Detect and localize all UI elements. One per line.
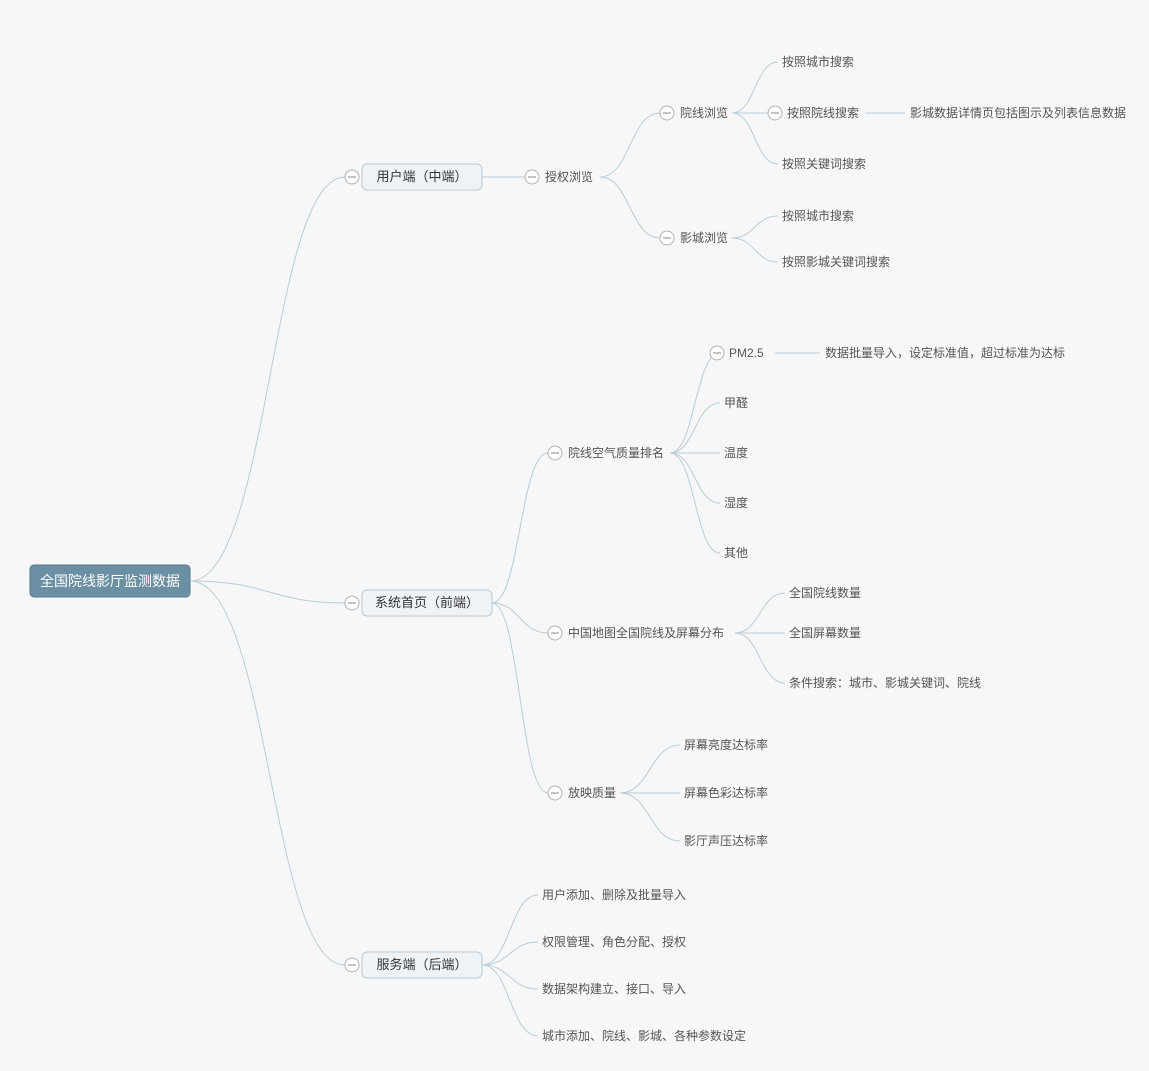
node-cinema-chain-browse[interactable]: 院线浏览 [680, 105, 728, 120]
leaf[interactable]: 甲醛 [724, 395, 748, 410]
toggle-icon[interactable] [660, 231, 674, 245]
leaf[interactable]: 全国屏幕数量 [789, 625, 861, 640]
link [482, 942, 538, 965]
link [620, 793, 680, 841]
toggle-icon[interactable] [345, 170, 359, 184]
node-air-quality[interactable]: 院线空气质量排名 [568, 445, 664, 460]
link [482, 965, 538, 1036]
link [600, 113, 660, 177]
link [735, 633, 785, 683]
toggle-icon[interactable] [710, 346, 724, 360]
node-projection-quality[interactable]: 放映质量 [568, 785, 616, 800]
leaf[interactable]: 其他 [724, 546, 748, 560]
branch-label: 用户端（中端） [376, 169, 467, 184]
root-node[interactable]: 全国院线影厅监测数据 [30, 565, 190, 597]
mindmap-canvas: 全国院线影厅监测数据 用户端（中端） 授权浏览 院线浏览 影城浏览 按照城市搜索… [0, 0, 1149, 1071]
branch-system-home[interactable]: 系统首页（前端） [362, 590, 492, 616]
link [732, 113, 778, 164]
leaf[interactable]: 按照影城关键词搜索 [782, 254, 890, 269]
leaf[interactable]: 用户添加、删除及批量导入 [542, 887, 686, 902]
link [670, 453, 720, 553]
link [732, 238, 778, 262]
link [670, 353, 720, 453]
leaf[interactable]: 屏幕色彩达标率 [684, 785, 768, 800]
link [735, 593, 785, 633]
toggle-icon[interactable] [345, 596, 359, 610]
leaf[interactable]: 湿度 [724, 495, 748, 510]
link [190, 581, 345, 965]
toggle-icon[interactable] [548, 446, 562, 460]
link [190, 581, 345, 603]
leaf[interactable]: 数据批量导入，设定标准值，超过标准为达标 [825, 345, 1065, 360]
leaf[interactable]: 按照关键词搜索 [782, 156, 866, 171]
leaf[interactable]: 影城数据详情页包括图示及列表信息数据 [910, 105, 1126, 120]
leaf[interactable]: 影厅声压达标率 [684, 833, 768, 848]
leaf[interactable]: 温度 [724, 445, 748, 460]
leaf[interactable]: 数据架构建立、接口、导入 [542, 981, 686, 996]
link [670, 403, 720, 453]
toggle-icon[interactable] [345, 958, 359, 972]
link [190, 177, 345, 581]
toggle-icon[interactable] [525, 170, 539, 184]
node-auth-browse[interactable]: 授权浏览 [545, 169, 593, 184]
leaf[interactable]: 条件搜索：城市、影城关键词、院线 [789, 675, 981, 690]
link [492, 453, 548, 603]
leaf[interactable]: 全国院线数量 [789, 585, 861, 600]
link [620, 745, 680, 793]
toggle-icon[interactable] [548, 626, 562, 640]
root-label: 全国院线影厅监测数据 [40, 573, 180, 589]
branch-label: 服务端（后端） [376, 957, 467, 972]
toggle-icon[interactable] [548, 786, 562, 800]
branch-label: 系统首页（前端） [375, 595, 479, 610]
leaf[interactable]: 屏幕亮度达标率 [684, 737, 768, 752]
leaf[interactable]: 按照院线搜索 [787, 105, 859, 120]
link [732, 62, 778, 113]
leaf[interactable]: PM2.5 [729, 346, 764, 360]
link [732, 216, 778, 238]
branch-user-client[interactable]: 用户端（中端） [362, 164, 482, 190]
leaf[interactable]: 按照城市搜索 [782, 208, 854, 223]
link [670, 453, 720, 503]
link [492, 603, 548, 633]
link [600, 177, 660, 238]
node-china-map[interactable]: 中国地图全国院线及屏幕分布 [568, 625, 724, 640]
leaf[interactable]: 权限管理、角色分配、授权 [542, 934, 686, 949]
node-theater-browse[interactable]: 影城浏览 [680, 230, 728, 245]
toggle-icon[interactable] [768, 106, 782, 120]
toggle-icon[interactable] [660, 106, 674, 120]
leaf[interactable]: 按照城市搜索 [782, 54, 854, 69]
branch-server-backend[interactable]: 服务端（后端） [362, 952, 482, 978]
leaf[interactable]: 城市添加、院线、影城、各种参数设定 [542, 1028, 746, 1043]
link [482, 965, 538, 989]
link [482, 895, 538, 965]
